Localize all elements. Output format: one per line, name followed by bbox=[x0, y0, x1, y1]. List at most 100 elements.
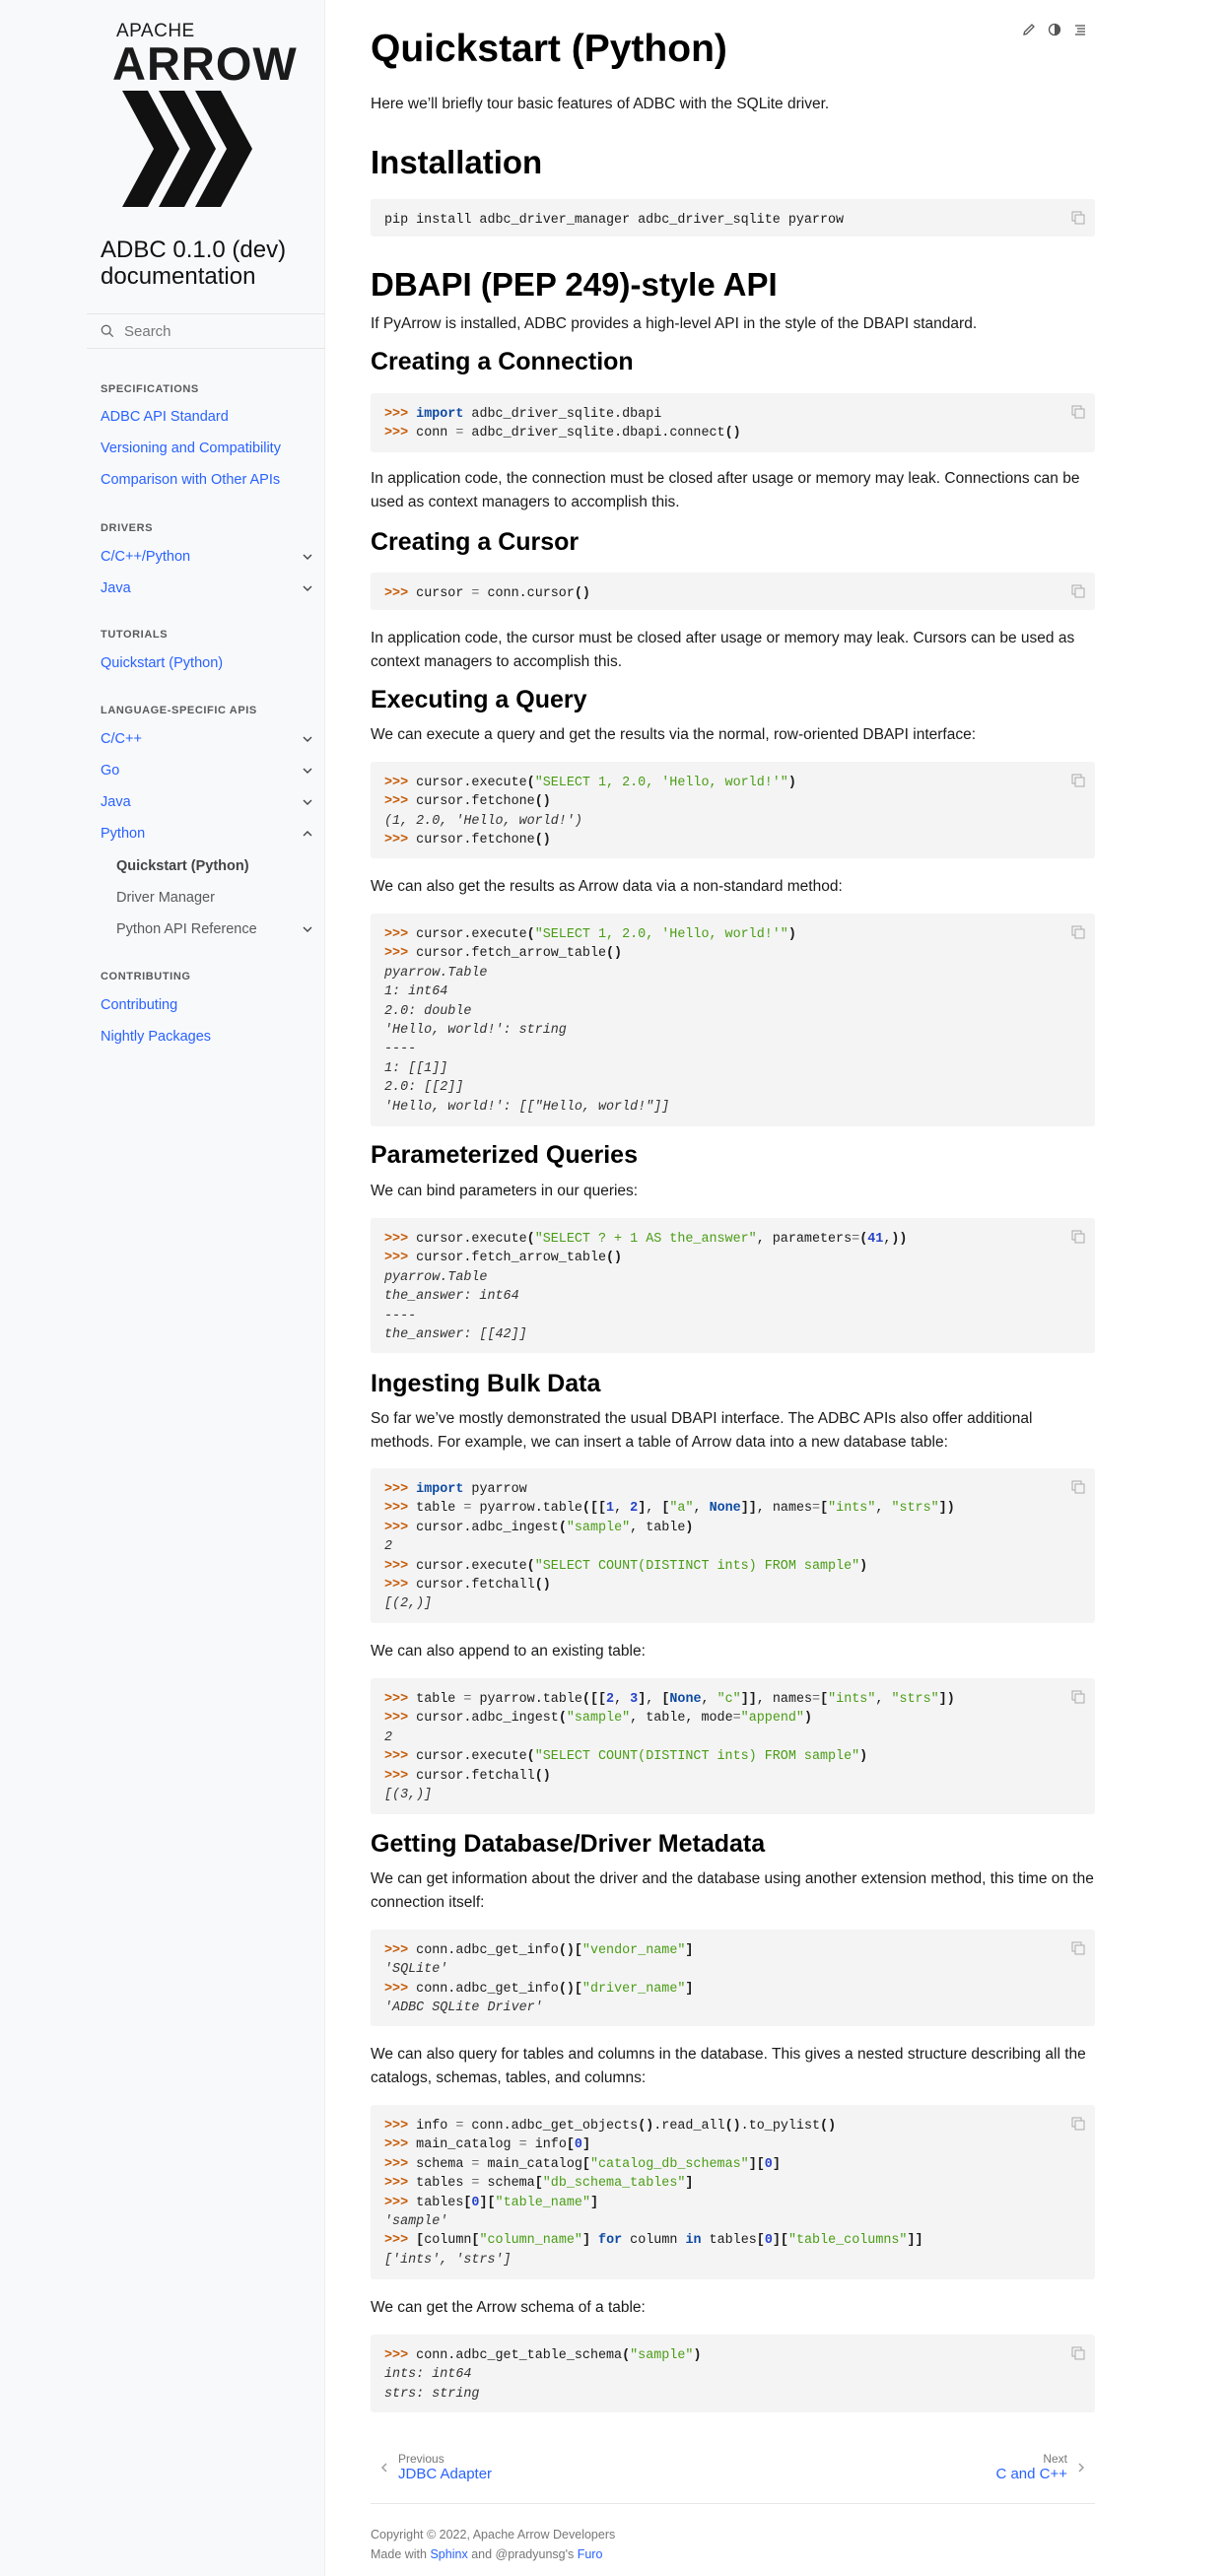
logo-arrow-text: ARROW bbox=[112, 37, 298, 90]
objects-intro: We can also query for tables and columns… bbox=[371, 2046, 1086, 2086]
nav-label: Comparison with Other APIs bbox=[101, 472, 281, 488]
heading-executing-query: Executing a Query bbox=[371, 686, 587, 713]
nav-python-driver-manager[interactable]: Driver Manager bbox=[116, 890, 313, 906]
search-box[interactable] bbox=[87, 313, 325, 349]
search-icon bbox=[101, 324, 114, 338]
param-intro: We can bind parameters in our queries: bbox=[371, 1183, 639, 1199]
code-block-arrow-table: >>> cursor.execute("SELECT 1, 2.0, 'Hell… bbox=[371, 914, 1095, 1126]
connection-note: In application code, the connection must… bbox=[371, 470, 1080, 510]
author-text: @pradyunsg's bbox=[495, 2547, 575, 2561]
copy-icon[interactable] bbox=[1071, 2117, 1085, 2131]
append-intro: We can also append to an existing table: bbox=[371, 1643, 646, 1660]
nav-drivers-cpp-python[interactable]: C/C++/Python bbox=[101, 549, 313, 565]
nav-label: Versioning and Compatibility bbox=[101, 441, 281, 456]
chevron-up-icon[interactable] bbox=[302, 828, 313, 840]
next-title: C and C++ bbox=[995, 2466, 1067, 2482]
nav-label: Java bbox=[101, 794, 131, 810]
toc-icon[interactable] bbox=[1072, 22, 1088, 37]
nav-label: Driver Manager bbox=[116, 890, 215, 906]
nav-comparison[interactable]: Comparison with Other APIs bbox=[101, 472, 313, 488]
copy-icon[interactable] bbox=[1071, 1480, 1085, 1494]
furo-link[interactable]: Furo bbox=[578, 2547, 603, 2561]
next-page-link[interactable]: Next C and C++ bbox=[995, 2452, 1085, 2482]
code-block-get-info: >>> conn.adbc_get_info()["vendor_name"] … bbox=[371, 1930, 1095, 2026]
prev-next-nav: Previous JDBC Adapter Next C and C++ bbox=[371, 2452, 1095, 2504]
heading-installation: Installation bbox=[371, 144, 543, 180]
code-block-connection: >>> import adbc_driver_sqlite.dbapi >>> … bbox=[371, 393, 1095, 452]
made-with-text: Made with bbox=[371, 2547, 427, 2561]
next-label: Next bbox=[1043, 2452, 1067, 2466]
intro-text: Here we’ll briefly tour basic features o… bbox=[371, 96, 830, 112]
chevron-down-icon[interactable] bbox=[302, 733, 313, 745]
page-actions bbox=[1021, 22, 1088, 37]
arrow-chevrons-icon bbox=[122, 91, 252, 207]
nav-contributing[interactable]: Contributing bbox=[101, 997, 313, 1013]
copyright-footer: Copyright © 2022, Apache Arrow Developer… bbox=[371, 2525, 615, 2564]
code-block-cursor: >>> cursor = conn.cursor() bbox=[371, 573, 1095, 610]
nav-lang-java[interactable]: Java bbox=[101, 794, 313, 810]
nav-adbc-api-standard[interactable]: ADBC API Standard bbox=[101, 409, 313, 425]
code-block-append: >>> table = pyarrow.table([[2, 3], [None… bbox=[371, 1678, 1095, 1814]
search-input[interactable] bbox=[124, 322, 311, 340]
code-block-table-schema: >>> conn.adbc_get_table_schema("sample")… bbox=[371, 2335, 1095, 2412]
nav-label: Quickstart (Python) bbox=[101, 655, 224, 671]
copy-icon[interactable] bbox=[1071, 405, 1085, 419]
nav-label: Contributing bbox=[101, 997, 178, 1013]
exec-intro: We can execute a query and get the resul… bbox=[371, 726, 977, 743]
caption-specifications: SPECIFICATIONS bbox=[101, 383, 199, 395]
caption-contributing: CONTRIBUTING bbox=[101, 971, 191, 983]
page-title: Quickstart (Python) bbox=[371, 28, 727, 70]
heading-metadata: Getting Database/Driver Metadata bbox=[371, 1830, 766, 1858]
prev-page-link[interactable]: Previous JDBC Adapter bbox=[380, 2452, 492, 2482]
nav-versioning[interactable]: Versioning and Compatibility bbox=[101, 441, 313, 456]
copy-icon[interactable] bbox=[1071, 1941, 1085, 1955]
prev-label: Previous bbox=[398, 2452, 444, 2466]
site-title[interactable]: ADBC 0.1.0 (dev) documentation bbox=[101, 237, 307, 290]
copy-icon[interactable] bbox=[1071, 774, 1085, 787]
dbapi-intro: If PyArrow is installed, ADBC provides a… bbox=[371, 315, 978, 332]
nav-lang-go[interactable]: Go bbox=[101, 763, 313, 779]
nav-label: Python bbox=[101, 826, 146, 842]
sphinx-link[interactable]: Sphinx bbox=[430, 2547, 467, 2561]
cursor-note: In application code, the cursor must be … bbox=[371, 630, 1075, 670]
copy-icon[interactable] bbox=[1071, 1230, 1085, 1244]
copyright-text: Copyright © 2022, Apache Arrow Developer… bbox=[371, 2528, 616, 2542]
chevron-right-icon bbox=[1078, 2463, 1084, 2472]
code-block-execute: >>> cursor.execute("SELECT 1, 2.0, 'Hell… bbox=[371, 762, 1095, 858]
copy-icon[interactable] bbox=[1071, 2346, 1085, 2360]
chevron-down-icon[interactable] bbox=[302, 796, 313, 808]
nav-label: Python API Reference bbox=[116, 921, 257, 937]
nav-nightly-packages[interactable]: Nightly Packages bbox=[101, 1029, 313, 1045]
nav-lang-cpp[interactable]: C/C++ bbox=[101, 731, 313, 747]
chevron-down-icon[interactable] bbox=[302, 582, 313, 594]
nav-label: C/C++/Python bbox=[101, 549, 191, 565]
theme-toggle-icon[interactable] bbox=[1047, 22, 1062, 37]
chevron-down-icon[interactable] bbox=[302, 551, 313, 563]
edit-icon[interactable] bbox=[1021, 22, 1037, 37]
nav-lang-python[interactable]: Python bbox=[101, 826, 313, 842]
caption-drivers: DRIVERS bbox=[101, 522, 154, 534]
nav-label: Quickstart (Python) bbox=[116, 858, 249, 874]
heading-dbapi: DBAPI (PEP 249)-style API bbox=[371, 266, 778, 303]
apache-arrow-logo[interactable]: APACHE ARROW bbox=[112, 22, 298, 212]
chevron-down-icon[interactable] bbox=[302, 765, 313, 777]
heading-ingesting-bulk-data: Ingesting Bulk Data bbox=[371, 1370, 601, 1397]
chevron-left-icon bbox=[381, 2463, 387, 2472]
nav-python-quickstart-current[interactable]: Quickstart (Python) bbox=[116, 858, 313, 874]
code-block-params: >>> cursor.execute("SELECT ? + 1 AS the_… bbox=[371, 1218, 1095, 1353]
copy-icon[interactable] bbox=[1071, 1690, 1085, 1704]
copy-icon[interactable] bbox=[1071, 211, 1085, 225]
heading-parameterized-queries: Parameterized Queries bbox=[371, 1141, 638, 1169]
code-block-ingest: >>> import pyarrow >>> table = pyarrow.t… bbox=[371, 1468, 1095, 1623]
caption-tutorials: TUTORIALS bbox=[101, 629, 169, 641]
ingest-intro: So far we’ve mostly demonstrated the usu… bbox=[371, 1410, 1033, 1451]
sidebar: APACHE ARROW ADBC 0.1.0 (dev) documentat… bbox=[0, 0, 325, 2576]
nav-python-api-reference[interactable]: Python API Reference bbox=[116, 921, 313, 937]
chevron-down-icon[interactable] bbox=[302, 923, 313, 935]
nav-drivers-java[interactable]: Java bbox=[101, 580, 313, 596]
copy-icon[interactable] bbox=[1071, 925, 1085, 939]
nav-tutorial-quickstart[interactable]: Quickstart (Python) bbox=[101, 655, 313, 671]
heading-creating-cursor: Creating a Cursor bbox=[371, 528, 580, 556]
and-text: and bbox=[471, 2547, 493, 2561]
copy-icon[interactable] bbox=[1071, 584, 1085, 598]
